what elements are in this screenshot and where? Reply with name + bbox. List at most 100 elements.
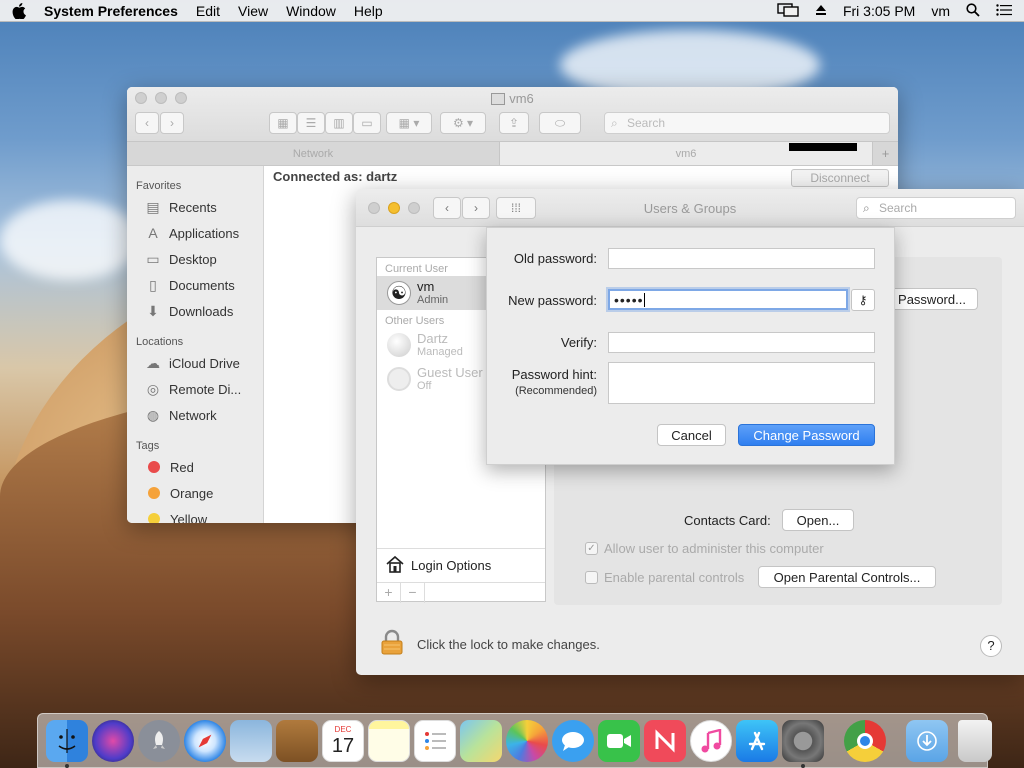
tab-network[interactable]: Network bbox=[127, 142, 500, 165]
login-options-label: Login Options bbox=[411, 558, 492, 573]
old-password-field[interactable] bbox=[608, 248, 875, 269]
new-password-field[interactable]: ••••• bbox=[608, 289, 848, 310]
music-icon[interactable] bbox=[690, 719, 732, 762]
safari-compass-icon[interactable] bbox=[184, 719, 226, 762]
chevron-right-icon: › bbox=[170, 116, 174, 130]
user-role: Admin bbox=[417, 293, 449, 306]
sidebar-item-desktop[interactable]: ▭ Desktop bbox=[127, 246, 263, 272]
cancel-button[interactable]: Cancel bbox=[657, 424, 726, 446]
sidebar-tag-yellow[interactable]: Yellow bbox=[127, 506, 263, 523]
launchpad-rocket-icon[interactable] bbox=[138, 719, 180, 762]
finder-face-icon bbox=[58, 728, 76, 753]
sidebar-item-label: Desktop bbox=[169, 251, 217, 267]
parental-controls-checkbox[interactable]: Enable parental controls bbox=[585, 570, 744, 585]
menu-view[interactable]: View bbox=[238, 3, 268, 19]
desktop-icon: ▭ bbox=[146, 251, 160, 267]
forward-button[interactable]: › bbox=[160, 112, 184, 134]
allow-admin-label: Allow user to administer this computer bbox=[604, 541, 824, 556]
user-role: Off bbox=[417, 379, 432, 392]
allow-admin-checkbox[interactable]: ✓ Allow user to administer this computer bbox=[585, 541, 824, 556]
calendar-icon[interactable]: DEC 17 bbox=[322, 719, 364, 762]
reminders-icon[interactable] bbox=[414, 719, 456, 762]
chrome-icon[interactable] bbox=[844, 719, 886, 762]
open-parental-controls-button[interactable]: Open Parental Controls... bbox=[758, 566, 936, 588]
compass-needle-icon bbox=[198, 734, 212, 747]
finder-title-text: vm6 bbox=[509, 91, 534, 106]
password-assistant-button[interactable]: ⚷ bbox=[851, 289, 875, 311]
notes-icon[interactable] bbox=[368, 719, 410, 762]
photos-icon[interactable] bbox=[506, 719, 548, 762]
menu-edit[interactable]: Edit bbox=[196, 3, 220, 19]
sidebar-item-label: Recents bbox=[169, 199, 217, 215]
help-button[interactable]: ? bbox=[980, 635, 1002, 657]
menu-app-name[interactable]: System Preferences bbox=[44, 3, 178, 19]
news-icon[interactable] bbox=[644, 719, 686, 762]
action-button[interactable]: ⚙ ▾ bbox=[440, 112, 486, 134]
icon-view-button[interactable]: ▦ bbox=[269, 112, 297, 134]
finder-titlebar: vm6 ‹ › ▦ ☰ ▥ ▭ ▦ ▾ ⚙ ▾ ⇪ ⬭ ⌕ Search bbox=[127, 87, 898, 142]
eject-icon[interactable] bbox=[815, 3, 827, 19]
open-contacts-button[interactable]: Open... bbox=[782, 509, 854, 531]
sidebar-tag-orange[interactable]: Orange bbox=[127, 480, 263, 506]
verify-field[interactable] bbox=[608, 332, 875, 353]
maps-icon[interactable] bbox=[460, 719, 502, 762]
back-button[interactable]: ‹ bbox=[135, 112, 159, 134]
user-role: Managed bbox=[417, 345, 463, 358]
sidebar-item-applications[interactable]: A Applications bbox=[127, 220, 263, 246]
contacts-book-icon[interactable] bbox=[276, 719, 318, 762]
password-hint-field[interactable] bbox=[608, 362, 875, 404]
menu-window[interactable]: Window bbox=[286, 3, 336, 19]
sidebar-item-network[interactable]: ◍ Network bbox=[127, 402, 263, 428]
facetime-icon[interactable] bbox=[598, 719, 640, 762]
messages-icon[interactable] bbox=[552, 719, 594, 762]
notification-center-icon[interactable] bbox=[996, 3, 1012, 19]
downloads-folder-icon[interactable] bbox=[906, 719, 948, 762]
sidebar-item-documents[interactable]: ▯ Documents bbox=[127, 272, 263, 298]
new-tab-button[interactable]: + bbox=[873, 142, 898, 165]
apple-menu-icon[interactable] bbox=[12, 2, 26, 20]
sidebar-item-recents[interactable]: ▤ Recents bbox=[127, 194, 263, 220]
sidebar-item-remote-disc[interactable]: ◎ Remote Di... bbox=[127, 376, 263, 402]
siri-icon[interactable] bbox=[92, 719, 134, 762]
menu-clock[interactable]: Fri 3:05 PM bbox=[843, 3, 915, 19]
share-icon: ⇪ bbox=[508, 116, 520, 130]
login-options-item[interactable]: Login Options bbox=[377, 548, 545, 582]
gallery-view-button[interactable]: ▭ bbox=[353, 112, 381, 134]
share-button[interactable]: ⇪ bbox=[499, 112, 529, 134]
prefs-search-input[interactable]: ⌕ Search bbox=[856, 197, 1016, 219]
add-user-button[interactable]: + bbox=[377, 583, 401, 603]
finder-dock-icon[interactable] bbox=[46, 719, 88, 768]
list-view-button[interactable]: ☰ bbox=[297, 112, 325, 134]
download-icon: ⬇ bbox=[147, 303, 159, 319]
spotlight-icon[interactable] bbox=[966, 2, 980, 20]
remove-user-button[interactable]: − bbox=[401, 583, 425, 603]
sidebar-item-icloud[interactable]: ☁ iCloud Drive bbox=[127, 350, 263, 376]
sidebar-item-label: Network bbox=[169, 407, 217, 423]
finder-search-placeholder: Search bbox=[627, 116, 666, 130]
finder-title: vm6 bbox=[127, 91, 898, 106]
old-password-label: Old password: bbox=[513, 251, 597, 266]
music-note-icon bbox=[701, 728, 722, 752]
sidebar-item-downloads[interactable]: ⬇ Downloads bbox=[127, 298, 263, 324]
disconnect-button[interactable]: Disconnect bbox=[791, 169, 889, 187]
finder-search-input[interactable]: ⌕ Search bbox=[604, 112, 890, 134]
tags-button[interactable]: ⬭ bbox=[539, 112, 581, 134]
app-store-icon[interactable] bbox=[736, 719, 778, 762]
column-view-button[interactable]: ▥ bbox=[325, 112, 353, 134]
change-password-button[interactable]: Password... bbox=[886, 288, 978, 310]
menu-help[interactable]: Help bbox=[354, 3, 383, 19]
display-mirroring-icon[interactable] bbox=[777, 2, 799, 20]
lock-icon[interactable] bbox=[380, 629, 404, 655]
mail-eagle-icon[interactable] bbox=[230, 719, 272, 762]
text-cursor bbox=[643, 293, 645, 307]
sidebar-item-label: Documents bbox=[169, 277, 235, 293]
menu-user[interactable]: vm bbox=[931, 3, 950, 19]
new-password-value: ••••• bbox=[614, 292, 644, 308]
system-preferences-gear-icon[interactable] bbox=[782, 719, 824, 768]
trash-icon[interactable] bbox=[958, 719, 992, 762]
connected-as-label: Connected as: dartz bbox=[273, 169, 398, 184]
change-password-confirm-button[interactable]: Change Password bbox=[738, 424, 875, 446]
yin-yang-avatar-icon: ☯ bbox=[387, 281, 411, 305]
sidebar-tag-red[interactable]: Red bbox=[127, 454, 263, 480]
group-button[interactable]: ▦ ▾ bbox=[386, 112, 432, 134]
